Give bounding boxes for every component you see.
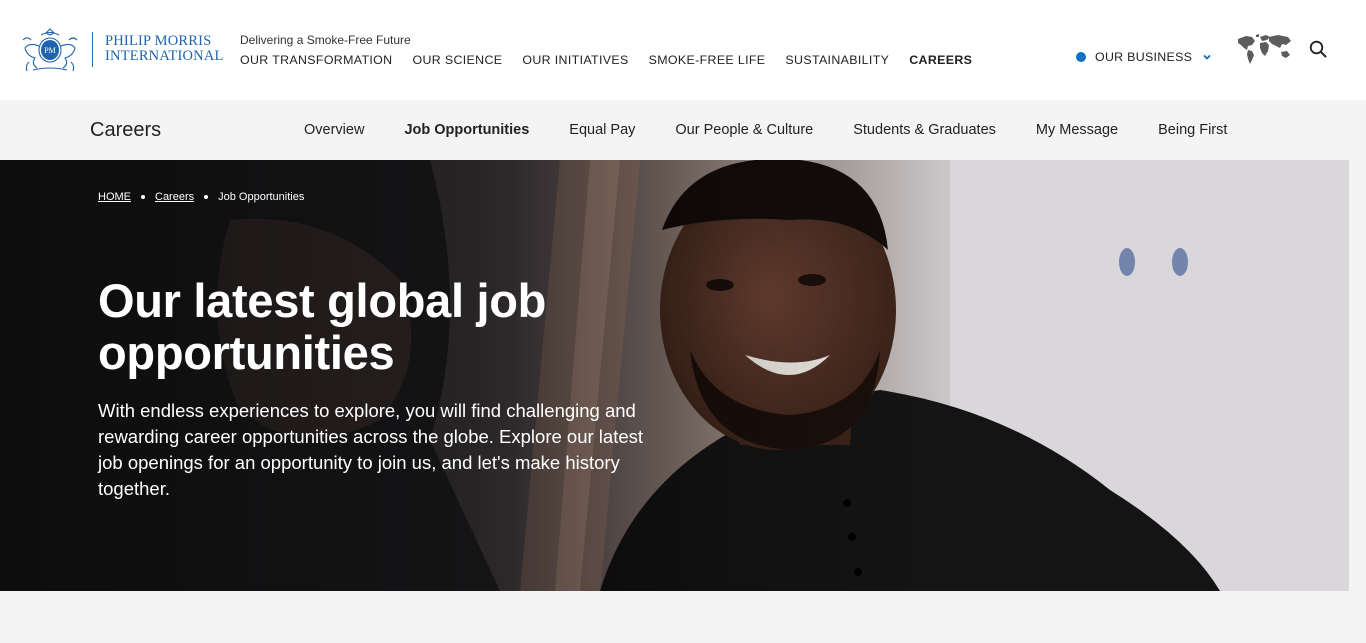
sub-nav-links: Overview Job Opportunities Equal Pay Our… [304, 120, 1267, 140]
main-nav: OUR TRANSFORMATION OUR SCIENCE OUR INITI… [240, 51, 992, 69]
site-tagline: Delivering a Smoke-Free Future [240, 33, 411, 47]
breadcrumb-careers[interactable]: Careers [155, 191, 194, 203]
hero-title: Our latest global job opportunities [98, 274, 547, 379]
chevron-down-icon [1203, 54, 1211, 60]
breadcrumb: HOME Careers Job Opportunities [98, 189, 304, 205]
careers-sub-nav: Careers Overview Job Opportunities Equal… [0, 100, 1366, 160]
sub-nav-my-message[interactable]: My Message [1036, 120, 1118, 140]
main-nav-our-science[interactable]: OUR SCIENCE [412, 51, 502, 69]
content-area [0, 591, 1366, 643]
hero-banner: HOME Careers Job Opportunities Our lates… [0, 160, 1349, 591]
sub-nav-overview[interactable]: Overview [304, 120, 364, 140]
main-nav-our-initiatives[interactable]: OUR INITIATIVES [522, 51, 628, 69]
our-business-dropdown[interactable]: OUR BUSINESS [1076, 48, 1212, 66]
business-dot-icon [1076, 52, 1086, 62]
main-nav-careers[interactable]: CAREERS [909, 51, 972, 69]
logo-line-2: INTERNATIONAL [105, 48, 224, 64]
pmi-crest-icon [22, 28, 78, 72]
main-nav-smoke-free-life[interactable]: SMOKE-FREE LIFE [649, 51, 766, 69]
sub-nav-equal-pay[interactable]: Equal Pay [569, 120, 635, 140]
breadcrumb-separator [141, 195, 145, 199]
our-business-label: OUR BUSINESS [1095, 50, 1193, 64]
pmi-logo[interactable]: PM PHILIP MORRIS INTERNATIONAL [19, 26, 223, 74]
breadcrumb-home[interactable]: HOME [98, 191, 131, 203]
breadcrumb-current: Job Opportunities [218, 191, 305, 203]
main-nav-our-transformation[interactable]: OUR TRANSFORMATION [240, 51, 392, 69]
sub-nav-students-graduates[interactable]: Students & Graduates [853, 120, 996, 140]
section-title: Careers [90, 119, 162, 141]
search-icon[interactable] [1308, 39, 1328, 59]
breadcrumb-separator [204, 195, 209, 199]
top-header: PM PHILIP MORRIS INTERNATIONAL Deliverin… [0, 0, 1366, 100]
sub-nav-our-people-culture[interactable]: Our People & Culture [675, 120, 813, 140]
world-map-icon[interactable] [1236, 33, 1292, 65]
hero-description: With endless experiences to explore, you… [98, 400, 644, 499]
logo-line-1: PHILIP MORRIS [105, 33, 212, 49]
sub-nav-job-opportunities[interactable]: Job Opportunities [404, 120, 529, 140]
page-scrollbar-track[interactable] [1349, 160, 1366, 591]
sub-nav-being-first[interactable]: Being First [1158, 120, 1227, 140]
logo-divider [92, 32, 93, 67]
logo-wordmark: PHILIP MORRIS INTERNATIONAL [105, 33, 223, 64]
main-nav-sustainability[interactable]: SUSTAINABILITY [785, 51, 889, 69]
